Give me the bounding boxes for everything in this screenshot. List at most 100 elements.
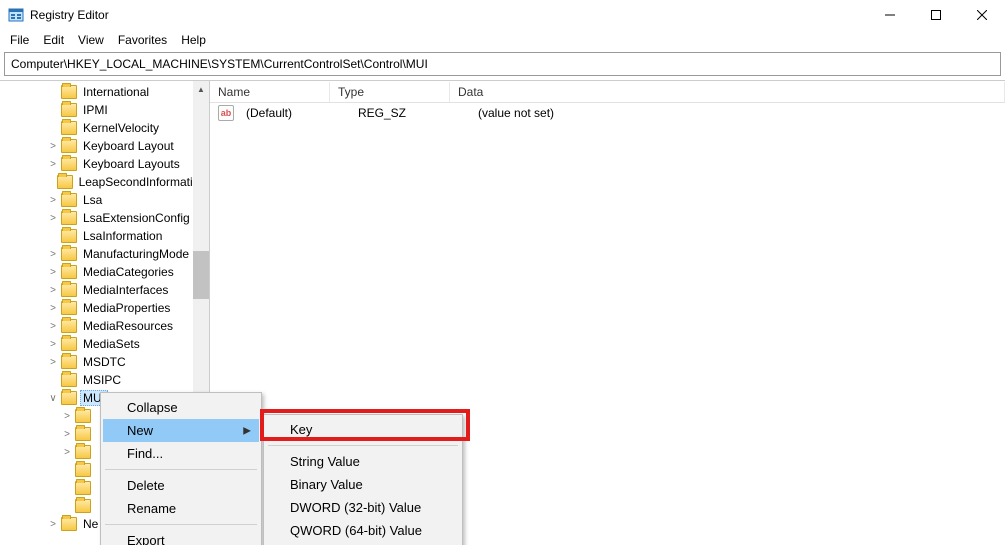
scrollbar-thumb[interactable] [193,251,209,299]
ctx-new[interactable]: New ▶ [103,419,259,442]
folder-icon [61,391,77,405]
tree-item-keyboard-layout[interactable]: >Keyboard Layout [0,137,209,155]
tree-label: MSIPC [80,372,124,388]
chevron-right-icon[interactable]: > [46,339,60,350]
tree-item-mediainterfaces[interactable]: > MediaInterfaces [0,281,209,299]
ctx-collapse[interactable]: Collapse [103,396,259,419]
folder-icon [61,139,77,153]
ctx-new-label: New [127,423,153,438]
sub-string[interactable]: String Value [266,450,460,473]
close-button[interactable] [959,0,1005,30]
tree-item-lsainformation[interactable]: LsaInformation [0,227,209,245]
chevron-right-icon[interactable]: > [46,321,60,332]
chevron-right-icon[interactable]: > [60,447,74,458]
value-data: (value not set) [470,106,1005,120]
tree-item-msipc[interactable]: MSIPC [0,371,209,389]
folder-icon [61,265,77,279]
chevron-right-icon[interactable]: > [46,195,60,206]
tree-label: LsaInformation [80,228,165,244]
menu-edit[interactable]: Edit [37,31,70,49]
value-type: REG_SZ [350,106,470,120]
tree-item-manufacturingmode[interactable]: >ManufacturingMode [0,245,209,263]
maximize-button[interactable] [913,0,959,30]
chevron-right-icon[interactable]: > [46,267,60,278]
address-text: Computer\HKEY_LOCAL_MACHINE\SYSTEM\Curre… [11,57,428,71]
tree-item-lsaextensionconfig[interactable]: >LsaExtensionConfig [0,209,209,227]
ctx-separator-2 [105,524,257,525]
tree-label: MediaResources [80,318,176,334]
menu-view[interactable]: View [72,31,110,49]
tree-item-lsa[interactable]: > Lsa [0,191,209,209]
tree-item-mediasets[interactable]: > MediaSets [0,335,209,353]
window-title: Registry Editor [30,8,867,22]
sub-dword[interactable]: DWORD (32-bit) Value [266,496,460,519]
folder-icon [75,409,91,423]
new-submenu: Key String Value Binary Value DWORD (32-… [263,414,463,545]
chevron-right-icon[interactable]: > [46,249,60,260]
tree-item-mediaresources[interactable]: > MediaResources [0,317,209,335]
menu-favorites[interactable]: Favorites [112,31,173,49]
folder-icon [61,517,77,531]
folder-icon [75,481,91,495]
tree-item-mediaproperties[interactable]: > MediaProperties [0,299,209,317]
sub-binary[interactable]: Binary Value [266,473,460,496]
chevron-right-icon: ▶ [243,425,251,436]
tree-label: Keyboard Layouts [80,156,183,172]
chevron-right-icon[interactable]: > [46,519,60,530]
folder-icon [57,175,73,189]
tree-label: MediaSets [80,336,143,352]
folder-icon [75,427,91,441]
tree-label: MediaProperties [80,300,173,316]
col-data[interactable]: Data [450,82,1005,102]
col-type[interactable]: Type [330,82,450,102]
chevron-right-icon[interactable]: > [60,411,74,422]
titlebar: Registry Editor [0,0,1005,30]
folder-icon [61,103,77,117]
value-row-default[interactable]: ab (Default) REG_SZ (value not set) [210,103,1005,123]
tree-item-leapsecondinformation[interactable]: LeapSecondInformation [0,173,209,191]
tree-label: MediaInterfaces [80,282,171,298]
menu-file[interactable]: File [4,31,35,49]
ctx-separator-1 [105,469,257,470]
window-controls [867,0,1005,30]
folder-icon [61,157,77,171]
tree-item-international[interactable]: International [0,83,209,101]
folder-icon [61,121,77,135]
regedit-icon [8,7,24,23]
folder-icon [61,373,77,387]
chevron-right-icon[interactable]: > [46,141,60,152]
sub-key[interactable]: Key [266,418,460,441]
folder-icon [61,193,77,207]
tree-item-kernelvelocity[interactable]: KernelVelocity [0,119,209,137]
chevron-down-icon[interactable]: ∨ [46,393,60,404]
tree-label: Ne [80,516,101,532]
col-name[interactable]: Name [210,82,330,102]
folder-icon [61,229,77,243]
folder-icon [61,355,77,369]
tree-label: LeapSecondInformation [76,174,209,190]
folder-icon [61,247,77,261]
tree-item-keyboard-layouts[interactable]: > Keyboard Layouts [0,155,209,173]
chevron-right-icon[interactable]: > [46,303,60,314]
chevron-right-icon[interactable]: > [46,159,60,170]
chevron-right-icon[interactable]: > [60,429,74,440]
folder-icon [61,211,77,225]
chevron-right-icon[interactable]: > [46,213,60,224]
tree-item-mediacategories[interactable]: >MediaCategories [0,263,209,281]
ctx-find[interactable]: Find... [103,442,259,465]
ctx-rename[interactable]: Rename [103,497,259,520]
ctx-delete[interactable]: Delete [103,474,259,497]
address-bar[interactable]: Computer\HKEY_LOCAL_MACHINE\SYSTEM\Curre… [4,52,1001,76]
menu-help[interactable]: Help [175,31,212,49]
chevron-right-icon[interactable]: > [46,357,60,368]
ctx-export[interactable]: Export [103,529,259,545]
scroll-up-icon[interactable]: ▲ [193,81,209,97]
menubar: File Edit View Favorites Help [0,30,1005,50]
tree-label: Lsa [80,192,105,208]
minimize-button[interactable] [867,0,913,30]
chevron-right-icon[interactable]: > [46,285,60,296]
tree-label: MSDTC [80,354,129,370]
tree-item-ipmi[interactable]: IPMI [0,101,209,119]
sub-qword[interactable]: QWORD (64-bit) Value [266,519,460,542]
tree-item-msdtc[interactable]: > MSDTC [0,353,209,371]
